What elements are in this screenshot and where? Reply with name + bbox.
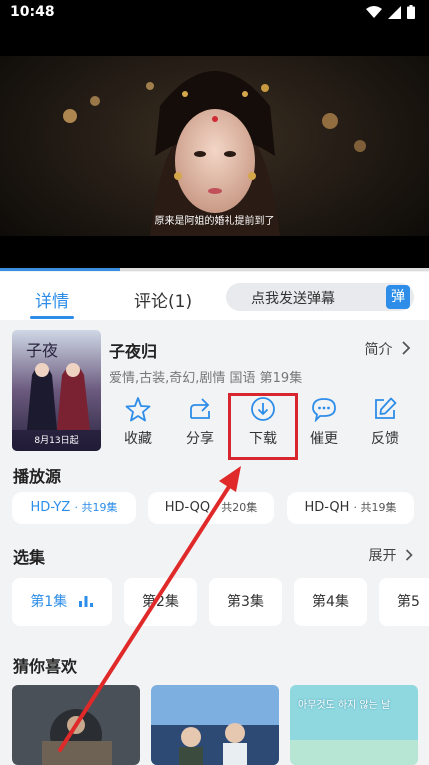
download-highlight-box xyxy=(228,393,298,460)
recommend-card[interactable] xyxy=(151,685,279,765)
show-poster[interactable]: 子夜 8月13日起 xyxy=(12,330,101,451)
danmu-input[interactable]: 点我发送弹幕 弹 xyxy=(226,283,414,311)
recommend-title: 猜你喜欢 xyxy=(13,657,78,676)
episode-chip-5[interactable]: 第5 xyxy=(379,578,429,626)
tab-detail[interactable]: 详情 xyxy=(35,287,69,312)
edit-icon xyxy=(375,397,397,419)
episode-label: 第3集 xyxy=(227,594,264,610)
recommend-thumbnail xyxy=(290,685,418,765)
sources-title: 播放源 xyxy=(13,467,62,486)
source-chip-hd-qh[interactable]: HD-QH · 共19集 xyxy=(287,492,414,524)
urge-update-button[interactable]: 催更 xyxy=(298,396,350,448)
recommend-card[interactable]: 아무것도 하지 않는 날 xyxy=(290,685,418,765)
source-name: HD-QH xyxy=(304,500,350,515)
signal-icon xyxy=(388,5,401,19)
intro-label: 简介 xyxy=(364,342,393,358)
tab-comment[interactable]: 评论(1) xyxy=(134,287,192,312)
expand-label: 展开 xyxy=(368,548,397,564)
status-bar: 10:48 xyxy=(0,0,429,26)
playing-bars-icon xyxy=(78,596,93,607)
source-count: · 共19集 xyxy=(74,501,118,514)
tab-bar: 详情 评论(1) 点我发送弹幕 弹 xyxy=(0,272,429,320)
detail-content: 子夜 8月13日起 子夜归 简介 爱情,古装,奇幻,剧情 国语 第19集 收藏 … xyxy=(0,320,429,765)
source-chip-hd-yz[interactable]: HD-YZ · 共19集 xyxy=(12,492,136,524)
share-label: 分享 xyxy=(186,431,214,447)
episode-label: 第5 xyxy=(397,594,420,610)
source-name: HD-YZ xyxy=(30,500,71,515)
video-frame xyxy=(0,26,429,271)
episodes-title: 选集 xyxy=(13,548,46,567)
episode-chip-1[interactable]: 第1集 xyxy=(12,578,112,626)
recommend-card-title: 아무것도 하지 않는 날 xyxy=(298,700,391,711)
source-count: · 共19集 xyxy=(353,501,397,514)
chat-bubble-icon xyxy=(312,398,336,422)
video-progress-fill xyxy=(0,268,121,271)
source-chip-hd-qq[interactable]: HD-QQ · 共20集 xyxy=(148,492,274,524)
show-title: 子夜归 xyxy=(109,342,158,361)
source-name: HD-QQ xyxy=(164,500,211,515)
source-count: · 共20集 xyxy=(214,501,258,514)
star-icon xyxy=(125,397,151,422)
recommend-card[interactable] xyxy=(12,685,140,765)
episode-chip-3[interactable]: 第3集 xyxy=(209,578,282,626)
svg-text:子夜: 子夜 xyxy=(26,341,58,360)
wifi-icon xyxy=(366,5,382,18)
episode-label: 第4集 xyxy=(312,594,349,610)
episode-label: 第2集 xyxy=(142,594,179,610)
video-progress-bar[interactable] xyxy=(0,268,429,271)
recommend-thumbnail xyxy=(151,685,279,765)
show-meta: 爱情,古装,奇幻,剧情 国语 第19集 xyxy=(109,371,303,386)
share-button[interactable]: 分享 xyxy=(174,396,226,448)
urge-update-label: 催更 xyxy=(310,431,338,447)
episodes-expand-link[interactable]: 展开 xyxy=(369,545,413,565)
video-subtitle: 原来是阿姐的婚礼提前到了 xyxy=(154,216,275,227)
share-icon xyxy=(190,398,210,419)
episode-chip-4[interactable]: 第4集 xyxy=(294,578,367,626)
tab-detail-indicator xyxy=(30,316,74,319)
status-time: 10:48 xyxy=(10,4,55,20)
episode-chip-2[interactable]: 第2集 xyxy=(124,578,197,626)
chevron-right-icon xyxy=(405,549,413,561)
favorite-button[interactable]: 收藏 xyxy=(112,396,164,448)
favorite-label: 收藏 xyxy=(124,431,152,447)
video-player[interactable]: 原来是阿姐的婚礼提前到了 xyxy=(0,26,429,271)
intro-link[interactable]: 简介 xyxy=(365,339,411,359)
battery-icon xyxy=(407,5,415,19)
recommend-thumbnail xyxy=(12,685,140,765)
chevron-right-icon xyxy=(402,341,411,355)
poster-date: 8月13日起 xyxy=(34,436,79,446)
feedback-button[interactable]: 反馈 xyxy=(359,396,411,448)
danmu-placeholder: 点我发送弹幕 xyxy=(251,291,335,307)
danmu-send-button[interactable]: 弹 xyxy=(386,285,410,309)
episode-label: 第1集 xyxy=(30,594,68,610)
feedback-label: 反馈 xyxy=(371,431,399,447)
